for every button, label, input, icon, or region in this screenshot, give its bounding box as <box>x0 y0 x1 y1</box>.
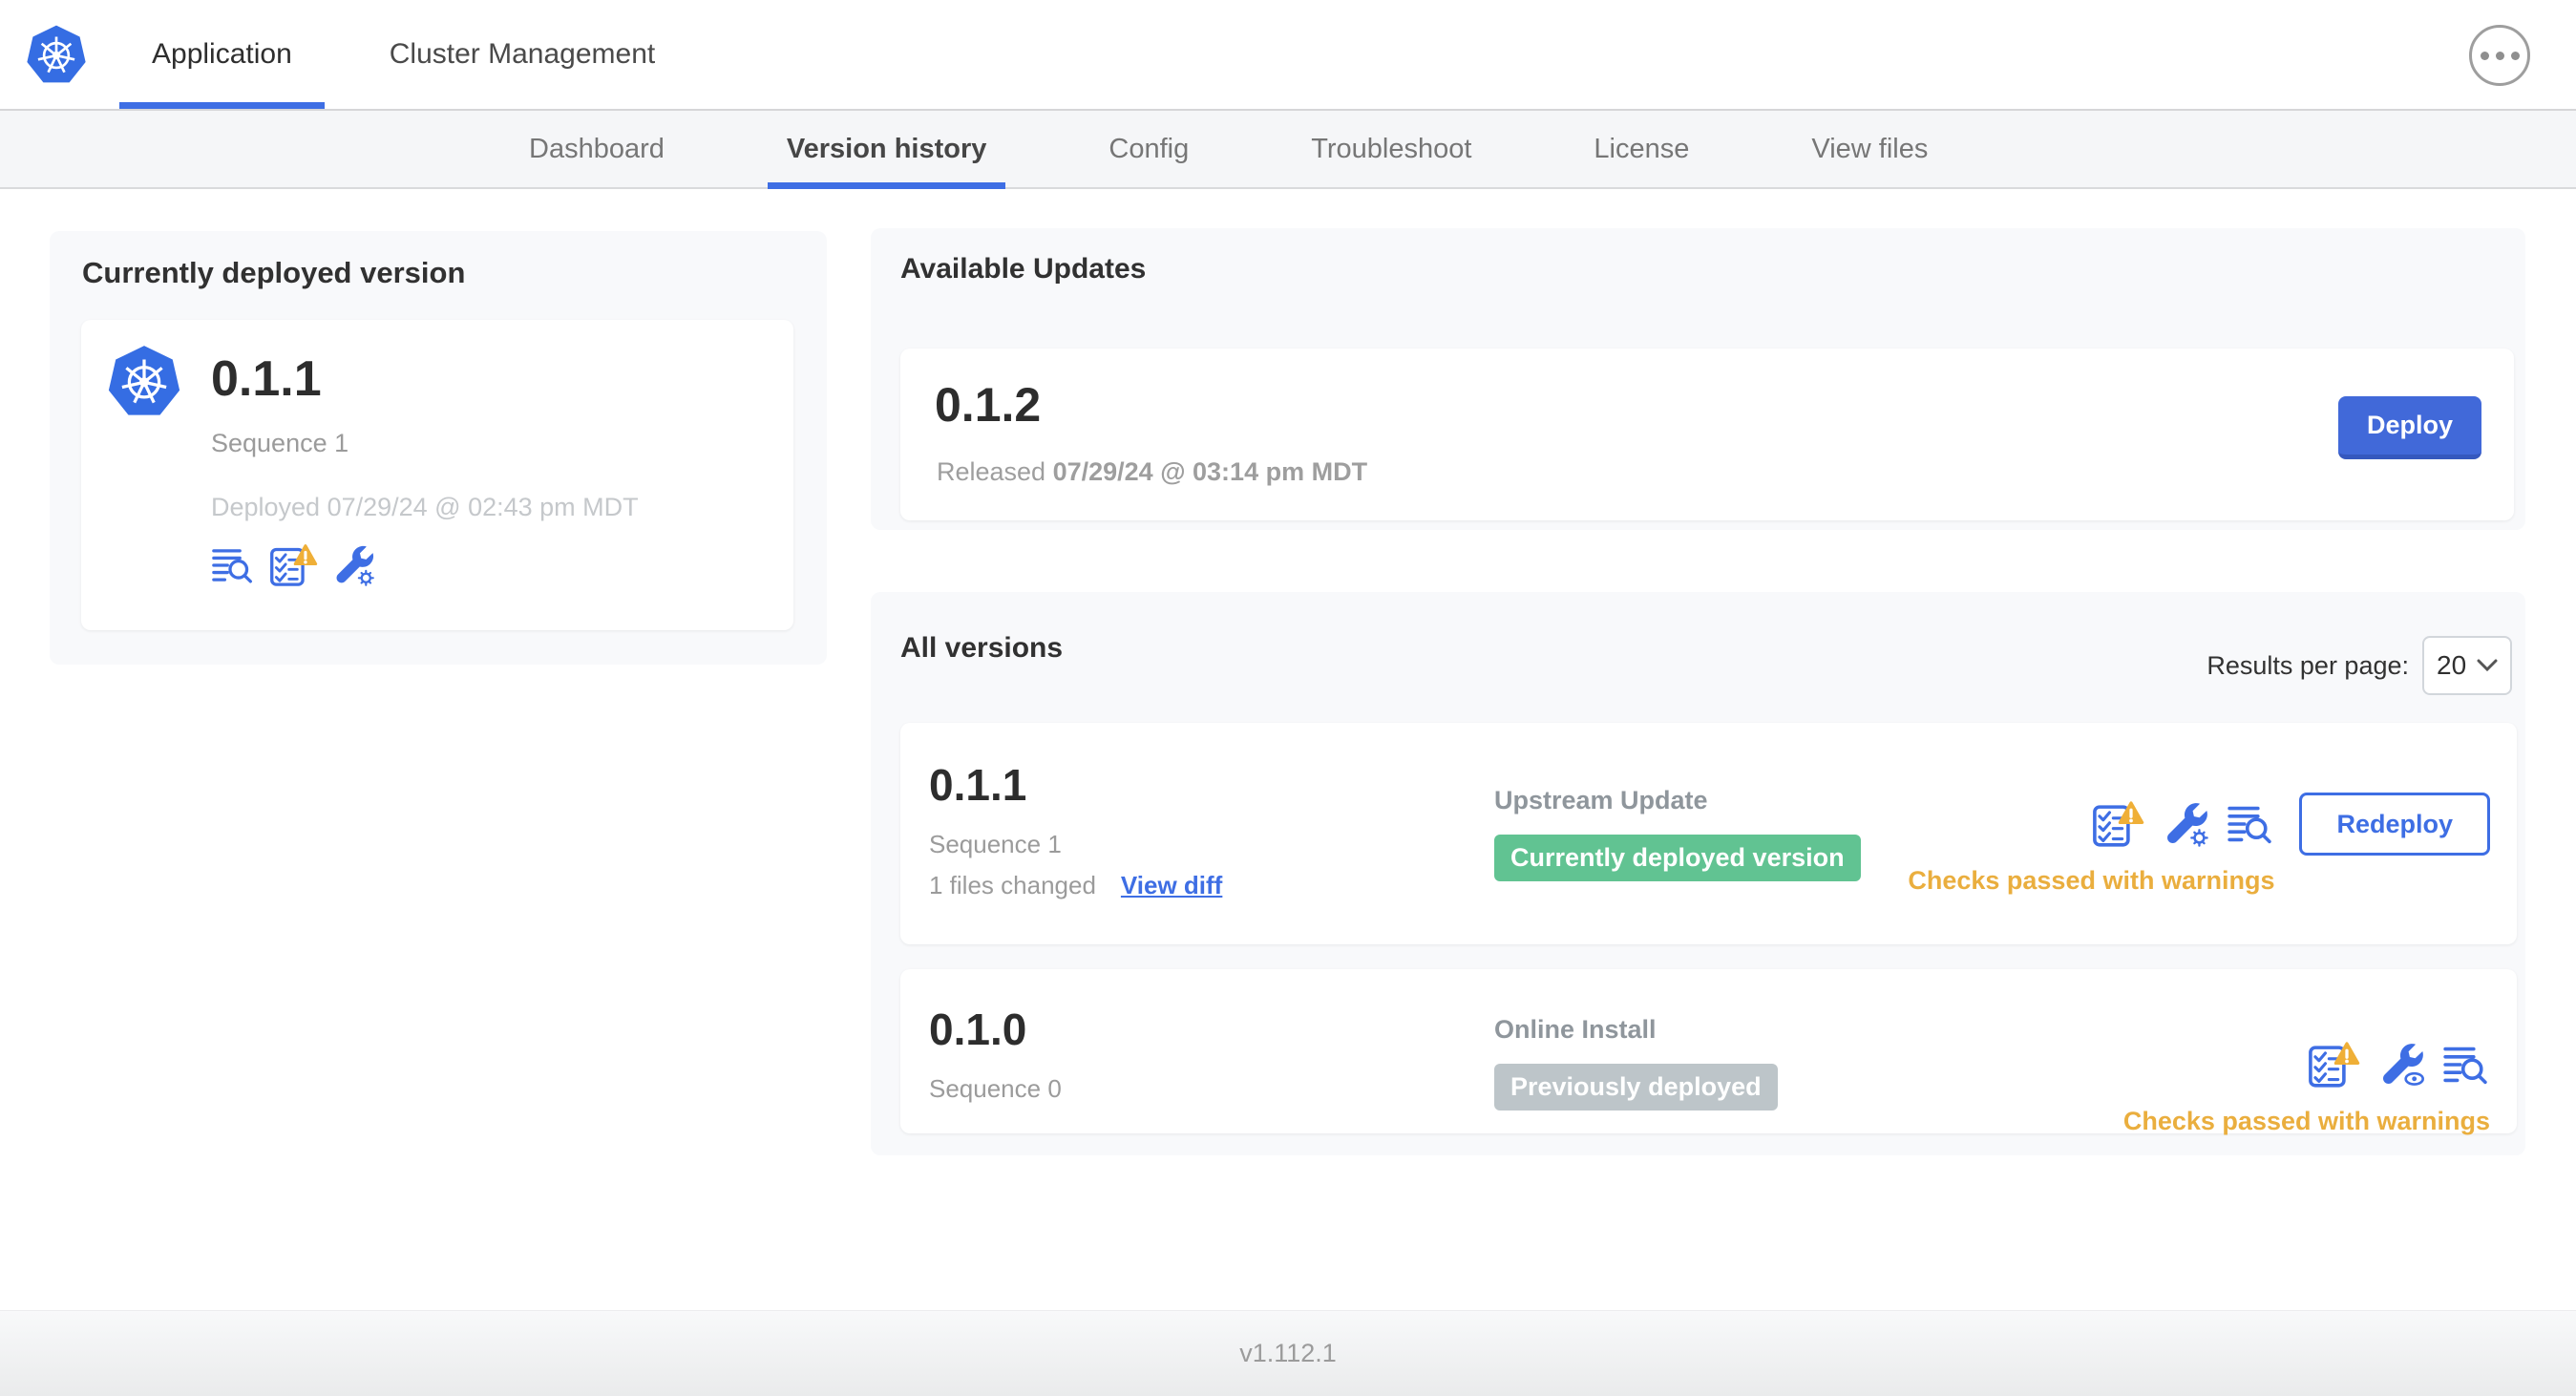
version-sequence: Sequence 1 <box>929 830 1062 858</box>
tab-dashboard[interactable]: Dashboard <box>510 111 684 187</box>
results-per-page-select[interactable]: 20 <box>2422 636 2512 695</box>
edit-config-icon[interactable] <box>2162 800 2209 848</box>
release-notes-icon[interactable] <box>2442 1041 2490 1089</box>
view-config-icon[interactable] <box>2377 1041 2425 1089</box>
available-updates-title: Available Updates <box>900 253 1147 285</box>
preflight-checks-warning-icon[interactable] <box>2307 1041 2360 1089</box>
status-badge: Previously deployed <box>1494 1064 1778 1110</box>
files-changed-text: 1 files changed <box>929 871 1096 899</box>
currently-deployed-title: Currently deployed version <box>82 256 466 289</box>
preflight-checks-warning-icon[interactable] <box>2091 800 2144 848</box>
kubernetes-logo <box>25 23 88 86</box>
update-version-number: 0.1.2 <box>935 378 1042 432</box>
view-diff-link[interactable]: View diff <box>1121 871 1222 900</box>
results-per-page-label: Results per page: <box>2206 650 2409 680</box>
status-badge: Currently deployed version <box>1494 835 1861 881</box>
version-number: 0.1.0 <box>929 1005 1027 1054</box>
console-version: v1.112.1 <box>1239 1339 1337 1367</box>
deploy-button[interactable]: Deploy <box>2337 396 2481 459</box>
currently-deployed-card: Currently deployed version 0.1.1 Sequenc… <box>50 231 827 665</box>
header-tabs: Application Cluster Management <box>119 0 687 109</box>
checks-status-text[interactable]: Checks passed with warnings <box>1908 866 2274 896</box>
tab-view-files[interactable]: View files <box>1792 111 1947 187</box>
preflight-checks-warning-icon[interactable] <box>268 543 318 587</box>
release-notes-icon[interactable] <box>211 543 255 587</box>
deployed-version-panel: 0.1.1 Sequence 1 Deployed 07/29/24 @ 02:… <box>81 320 793 630</box>
version-row-0-1-0: 0.1.0 Sequence 0 Online Install Previous… <box>900 969 2517 1136</box>
version-source: Online Install <box>1494 1015 1657 1044</box>
tab-version-history[interactable]: Version history <box>767 111 1006 189</box>
all-versions-card: All versions Results per page: 20 0.1.1 … <box>871 592 2525 1155</box>
tab-config[interactable]: Config <box>1089 111 1208 187</box>
tab-license[interactable]: License <box>1574 111 1708 187</box>
deployed-timestamp: Deployed 07/29/24 @ 02:43 pm MDT <box>211 493 639 521</box>
app-icon <box>106 343 182 419</box>
available-updates-card: Available Updates 0.1.2 Released 07/29/2… <box>871 228 2525 530</box>
tab-application[interactable]: Application <box>119 0 325 109</box>
update-released-timestamp: Released 07/29/24 @ 03:14 pm MDT <box>937 457 1367 487</box>
app-header: Application Cluster Management <box>0 0 2576 111</box>
version-row-0-1-1: 0.1.1 Sequence 1 1 files changed View di… <box>900 723 2517 944</box>
deployed-sequence: Sequence 1 <box>211 429 349 457</box>
update-row: 0.1.2 Released 07/29/24 @ 03:14 pm MDT D… <box>900 349 2514 520</box>
release-notes-icon[interactable] <box>2227 800 2274 848</box>
deployed-version-number: 0.1.1 <box>211 351 322 407</box>
app-footer: v1.112.1 <box>0 1310 2576 1396</box>
chevron-down-icon <box>2477 659 2498 672</box>
edit-config-icon[interactable] <box>331 543 375 587</box>
version-number: 0.1.1 <box>929 760 1027 810</box>
all-versions-title: All versions <box>900 632 1064 664</box>
tab-cluster-management[interactable]: Cluster Management <box>357 0 687 109</box>
results-per-page-value: 20 <box>2437 650 2467 680</box>
ellipsis-menu-icon[interactable] <box>2469 25 2530 86</box>
redeploy-button[interactable]: Redeploy <box>2299 793 2490 856</box>
released-date: 07/29/24 @ 03:14 pm MDT <box>1052 457 1368 486</box>
app-subnav: Dashboard Version history Config Trouble… <box>0 111 2576 189</box>
checks-status-text[interactable]: Checks passed with warnings <box>2123 1107 2490 1136</box>
released-prefix: Released <box>937 457 1046 486</box>
version-source: Upstream Update <box>1494 786 1708 814</box>
tab-troubleshoot[interactable]: Troubleshoot <box>1292 111 1490 187</box>
version-sequence: Sequence 0 <box>929 1074 1062 1103</box>
